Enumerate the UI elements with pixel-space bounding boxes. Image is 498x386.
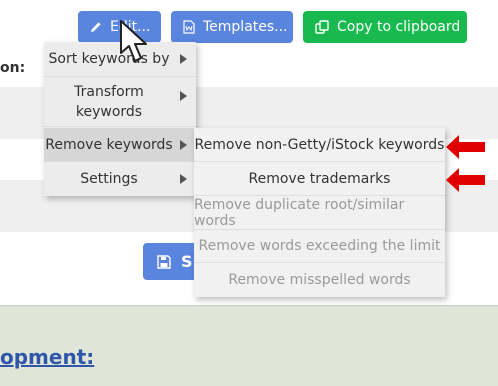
chevron-right-icon	[180, 174, 187, 184]
submenu-item-remove-duplicate-root: Remove duplicate root/similar words	[194, 196, 445, 230]
templates-button-label: Templates...	[203, 19, 288, 35]
chevron-right-icon	[180, 54, 187, 64]
menu-item-remove-keywords[interactable]: Remove keywords	[44, 128, 196, 162]
remove-keywords-submenu: Remove non-Getty/iStock keywords Remove …	[194, 128, 445, 297]
red-arrow-icon	[446, 135, 485, 159]
copy-button-label: Copy to clipboard	[337, 19, 461, 35]
section-heading-link[interactable]: opment:	[0, 345, 94, 369]
submenu-item-remove-trademarks[interactable]: Remove trademarks	[194, 162, 445, 196]
copy-to-clipboard-button[interactable]: Copy to clipboard	[303, 11, 467, 43]
word-document-icon	[183, 20, 195, 34]
menu-item-label: Settings	[80, 171, 138, 187]
menu-item-label: Transform keywords	[74, 83, 144, 120]
chevron-right-icon	[180, 91, 187, 101]
menu-item-transform-keywords[interactable]: Transform keywords	[44, 77, 196, 127]
submenu-item-remove-non-getty[interactable]: Remove non-Getty/iStock keywords	[194, 128, 445, 162]
pencil-icon	[91, 22, 101, 32]
chevron-right-icon	[180, 139, 187, 150]
submenu-item-remove-exceeding-limit: Remove words exceeding the limit	[194, 229, 445, 263]
templates-button[interactable]: Templates...	[171, 11, 293, 43]
submenu-item-remove-misspelled: Remove misspelled words	[228, 272, 411, 288]
copy-icon	[315, 20, 329, 34]
mouse-pointer-icon	[120, 20, 147, 62]
floppy-disk-icon	[157, 254, 171, 269]
save-button-label: S	[181, 252, 193, 271]
menu-item-settings[interactable]: Settings	[44, 162, 196, 196]
field-label: on:	[0, 60, 26, 76]
menu-item-label: Remove keywords	[45, 136, 173, 153]
red-arrow-icon	[446, 168, 485, 192]
